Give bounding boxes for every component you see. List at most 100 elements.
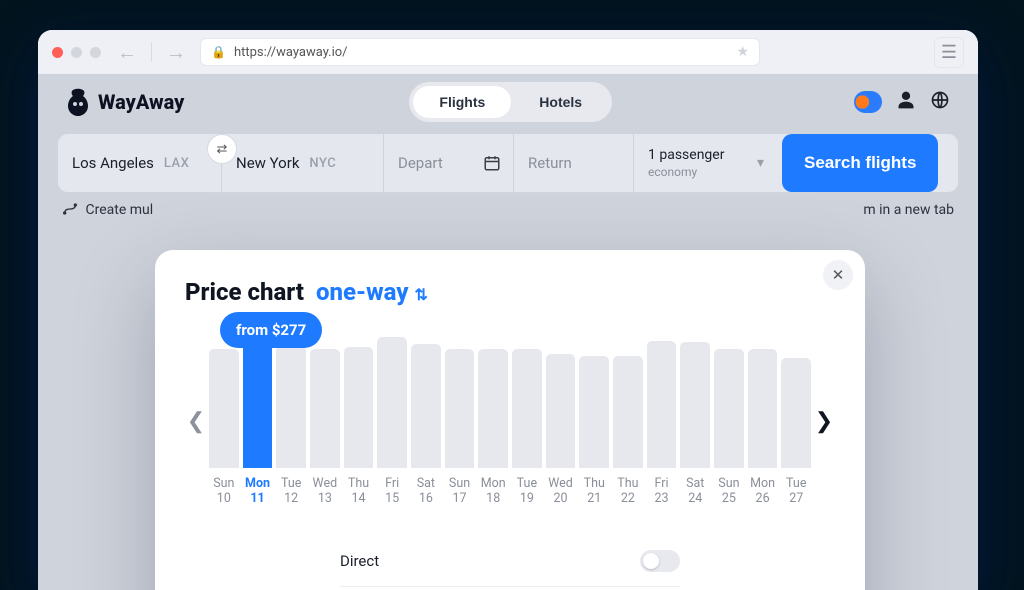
chart-bar[interactable]: Wed13 <box>310 336 340 506</box>
bar-label: Wed13 <box>313 476 338 506</box>
url-text: https://wayaway.io/ <box>234 45 348 60</box>
chart-bar[interactable]: Tue12 <box>276 336 306 506</box>
bar-fill <box>445 349 475 468</box>
bar-label: Wed20 <box>548 476 573 506</box>
minimize-window-icon[interactable] <box>71 47 82 58</box>
bar-label: Tue27 <box>786 476 806 506</box>
product-tabs: Flights Hotels <box>409 82 612 122</box>
tab-flights[interactable]: Flights <box>413 86 511 118</box>
browser-menu-icon[interactable]: ☰ <box>934 37 964 68</box>
bar-label: Fri23 <box>655 476 669 506</box>
chart-bars: from $277 Sun10Mon11Tue12Wed13Thu14Fri15… <box>207 336 813 506</box>
bar-fill <box>310 349 340 468</box>
address-bar[interactable]: 🔒 https://wayaway.io/ ★ <box>200 38 760 66</box>
chart-bar[interactable]: Sun17 <box>445 336 475 506</box>
page: WayAway Flights Hotels Los Angeles LAX <box>38 74 978 590</box>
chart-bar[interactable]: Wed20 <box>546 336 576 506</box>
chart-bar[interactable]: Mon26 <box>748 336 778 506</box>
depart-date-field[interactable]: Depart <box>384 134 514 192</box>
bar-fill <box>478 349 508 468</box>
bar-label: Sun10 <box>213 476 234 506</box>
bar-label: Sun17 <box>449 476 470 506</box>
chart-bar[interactable]: Fri23 <box>647 336 677 506</box>
swap-button[interactable]: ⇄ <box>207 134 237 164</box>
bar-label: Tue19 <box>517 476 537 506</box>
chart-bar[interactable]: Sat24 <box>680 336 710 506</box>
return-placeholder: Return <box>528 154 572 172</box>
chart-bar[interactable]: Mon11 <box>243 336 273 506</box>
bar-label: Sun25 <box>718 476 739 506</box>
chart-bar[interactable]: Fri15 <box>377 336 407 506</box>
bar-label: Fri15 <box>385 476 399 506</box>
scroll-left-button[interactable]: ❮ <box>185 371 207 471</box>
chart-bar[interactable]: Tue27 <box>781 336 811 506</box>
bar-fill <box>377 337 407 468</box>
browser-chrome: ← → 🔒 https://wayaway.io/ ★ ☰ <box>38 30 978 74</box>
scroll-right-button[interactable]: ❯ <box>813 371 835 471</box>
bar-fill <box>781 358 811 469</box>
bar-fill <box>411 344 441 468</box>
bar-fill <box>243 339 273 468</box>
origin-city: Los Angeles <box>72 154 154 172</box>
toggle-label: Direct <box>340 552 379 570</box>
open-new-tab-text: m in a new tab <box>863 202 954 218</box>
bar-label: Sat24 <box>686 476 704 506</box>
bar-label: Sat16 <box>417 476 435 506</box>
price-chart: ❮ from $277 Sun10Mon11Tue12Wed13Thu14Fri… <box>185 336 835 506</box>
bar-label: Mon11 <box>245 476 270 506</box>
close-button[interactable]: ✕ <box>823 260 853 290</box>
bar-fill <box>647 341 677 469</box>
multi-route-link[interactable]: Create mul <box>62 202 153 218</box>
bar-fill <box>579 356 609 468</box>
return-date-field[interactable]: Return <box>514 134 634 192</box>
toggle-row-direct: Direct <box>340 536 680 587</box>
bar-fill <box>344 347 374 468</box>
tab-hotels[interactable]: Hotels <box>513 86 608 118</box>
close-window-icon[interactable] <box>52 47 63 58</box>
bookmark-star-icon[interactable]: ★ <box>736 44 749 60</box>
maximize-window-icon[interactable] <box>90 47 101 58</box>
destination-city: New York <box>236 154 299 172</box>
bar-label: Mon26 <box>750 476 775 506</box>
price-chart-modal: ✕ Price chart one-way ⇅ ❮ from $277 Sun1… <box>155 250 865 590</box>
passengers-field[interactable]: 1 passenger economy ▾ <box>634 134 774 192</box>
forward-button[interactable]: → <box>166 40 186 65</box>
chart-bar[interactable]: Thu14 <box>344 336 374 506</box>
brand-logo[interactable]: WayAway <box>66 88 184 116</box>
modal-title: Price chart one-way ⇅ <box>185 278 835 306</box>
bar-fill <box>546 354 576 468</box>
chart-bar[interactable]: Thu21 <box>579 336 609 506</box>
chart-bar[interactable]: Mon18 <box>478 336 508 506</box>
depart-placeholder: Depart <box>398 154 443 172</box>
browser-window: ← → 🔒 https://wayaway.io/ ★ ☰ WayAway Fl… <box>38 30 978 590</box>
destination-code: NYC <box>309 156 336 171</box>
bar-fill <box>613 356 643 468</box>
trip-mode-toggle[interactable]: one-way ⇅ <box>316 278 428 306</box>
back-button[interactable]: ← <box>117 40 137 65</box>
bar-fill <box>680 342 710 468</box>
chart-bar[interactable]: Sun25 <box>714 336 744 506</box>
origin-field[interactable]: Los Angeles LAX <box>58 134 222 192</box>
search-button[interactable]: Search flights <box>782 134 938 192</box>
destination-field[interactable]: New York NYC <box>222 134 384 192</box>
bar-label: Tue12 <box>281 476 301 506</box>
chart-bar[interactable]: Thu22 <box>613 336 643 506</box>
bar-fill <box>276 346 306 468</box>
account-icon[interactable] <box>896 90 916 115</box>
direct-toggle[interactable] <box>640 550 680 572</box>
promo-badge-icon[interactable] <box>854 91 882 113</box>
chart-bar[interactable]: Tue19 <box>512 336 542 506</box>
window-controls[interactable] <box>52 47 101 58</box>
chart-bar[interactable]: Sat16 <box>411 336 441 506</box>
logo-icon <box>66 88 90 116</box>
brand-name: WayAway <box>98 90 184 114</box>
lock-icon: 🔒 <box>211 45 226 59</box>
chart-bar[interactable]: Sun10 <box>209 336 239 506</box>
site-header: WayAway Flights Hotels <box>38 74 978 130</box>
bar-fill <box>748 349 778 468</box>
divider <box>151 42 152 62</box>
bar-fill <box>209 349 239 468</box>
sort-icon: ⇅ <box>411 285 428 304</box>
language-icon[interactable] <box>930 90 950 115</box>
chevron-down-icon: ▾ <box>757 155 764 171</box>
